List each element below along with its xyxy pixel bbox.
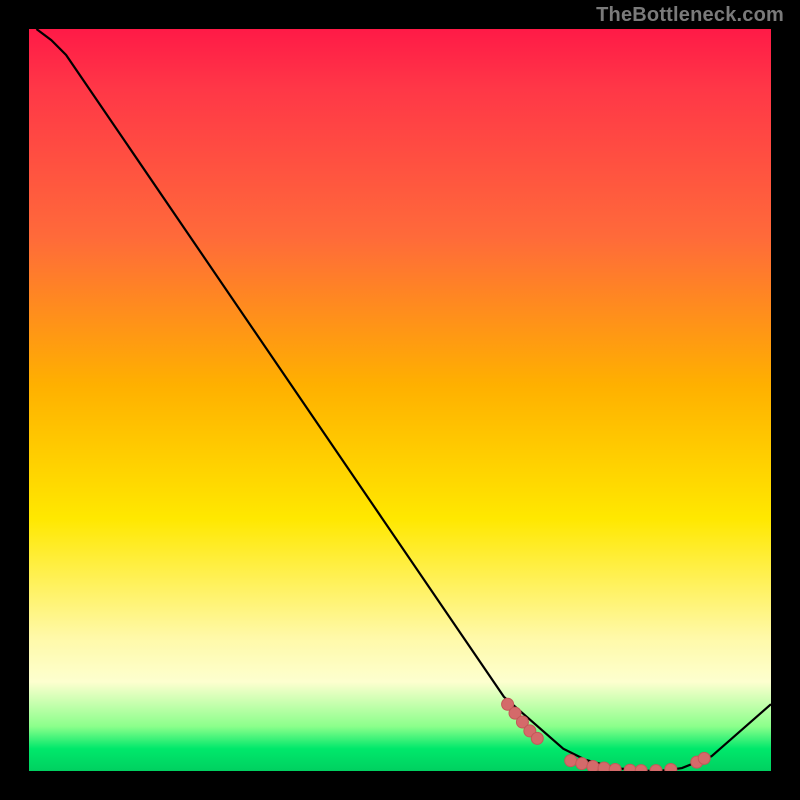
data-marker — [576, 758, 588, 770]
curve-line — [36, 29, 771, 771]
data-marker — [650, 765, 662, 771]
data-marker — [598, 762, 610, 771]
plot-area — [29, 29, 771, 771]
data-marker — [609, 764, 621, 771]
data-marker — [698, 752, 710, 764]
markers-group — [502, 698, 711, 771]
watermark-label: TheBottleneck.com — [596, 4, 784, 27]
data-marker — [624, 764, 636, 771]
data-marker — [587, 761, 599, 771]
data-marker — [665, 764, 677, 771]
data-marker — [565, 755, 577, 767]
chart-frame: TheBottleneck.com — [0, 0, 800, 800]
chart-overlay — [29, 29, 771, 771]
data-marker — [635, 765, 647, 771]
data-marker — [531, 732, 543, 744]
